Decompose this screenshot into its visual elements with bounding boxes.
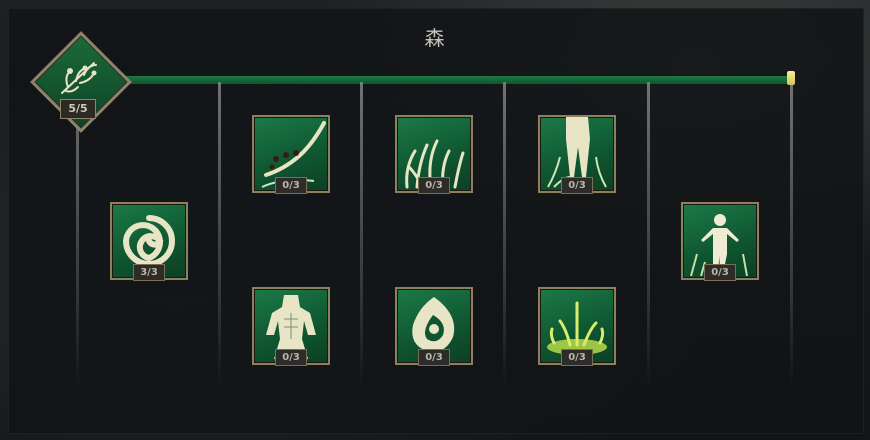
tier-line bbox=[503, 82, 506, 388]
skill-node[interactable]: 0/3 bbox=[395, 287, 473, 366]
tier-line bbox=[647, 82, 650, 388]
tier-line bbox=[218, 82, 221, 388]
skill-rank: 0/3 bbox=[561, 349, 593, 366]
skill-node[interactable]: 3/3 bbox=[110, 202, 188, 281]
skill-rank: 0/3 bbox=[561, 177, 593, 194]
forest-grass-icon bbox=[61, 62, 97, 94]
skill-node[interactable]: 0/3 bbox=[681, 202, 759, 281]
tree-progress-bar bbox=[112, 75, 794, 84]
skill-node[interactable]: 0/3 bbox=[538, 287, 616, 366]
skill-rank: 0/3 bbox=[275, 349, 307, 366]
tier-line bbox=[790, 82, 793, 388]
skill-rank: 0/3 bbox=[704, 264, 736, 281]
root-skill-rank: 5/5 bbox=[60, 99, 96, 119]
skill-rank: 0/3 bbox=[275, 177, 307, 194]
skill-node[interactable]: 0/3 bbox=[395, 115, 473, 194]
skill-node[interactable]: 0/3 bbox=[252, 287, 330, 366]
skill-rank: 0/3 bbox=[418, 177, 450, 194]
tree-progress-fill bbox=[112, 76, 794, 83]
tree-title: 森 bbox=[424, 26, 446, 50]
root-skill-node[interactable]: 5/5 bbox=[30, 31, 132, 133]
skill-node[interactable]: 0/3 bbox=[252, 115, 330, 194]
tier-line bbox=[360, 82, 363, 388]
skill-rank: 0/3 bbox=[418, 349, 450, 366]
skill-node[interactable]: 0/3 bbox=[538, 115, 616, 194]
skill-rank: 3/3 bbox=[133, 264, 165, 281]
